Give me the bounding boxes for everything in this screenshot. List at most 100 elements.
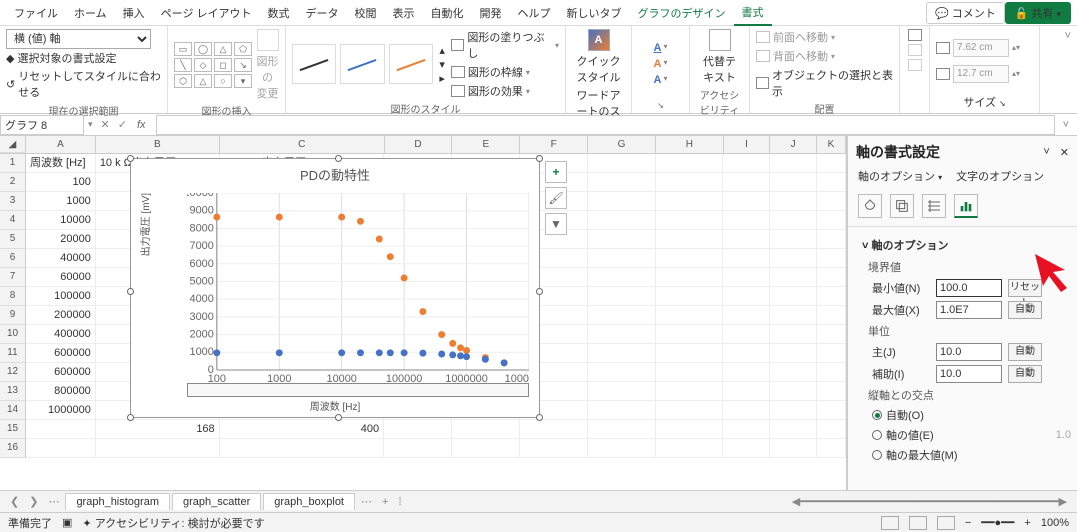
cell[interactable] xyxy=(588,230,656,249)
cell[interactable] xyxy=(723,287,770,306)
col-header-F[interactable]: F xyxy=(520,136,588,153)
row-header[interactable]: 5 xyxy=(0,230,26,249)
text-effects-icon[interactable]: A xyxy=(654,74,662,86)
cell[interactable] xyxy=(770,211,817,230)
radio-axis-value[interactable]: 軸の値(E)1.0 xyxy=(862,425,1071,445)
cell[interactable] xyxy=(817,192,846,211)
cell[interactable]: 200000 xyxy=(26,306,96,325)
cell[interactable] xyxy=(656,344,724,363)
pane-icon-size[interactable] xyxy=(922,194,946,218)
tab-developer[interactable]: 開発 xyxy=(472,1,510,25)
sheet-nav-prev[interactable]: ❯ xyxy=(25,495,42,508)
tab-page-layout[interactable]: ページ レイアウト xyxy=(153,1,260,25)
table-row[interactable]: 16 xyxy=(0,439,846,458)
axis-major-input[interactable] xyxy=(936,343,1002,361)
cell[interactable] xyxy=(656,382,724,401)
cell[interactable] xyxy=(220,439,384,458)
cell[interactable]: 10000 xyxy=(26,211,96,230)
cell[interactable] xyxy=(770,439,817,458)
cell[interactable] xyxy=(452,439,520,458)
pane-options-icon[interactable]: ˅ xyxy=(1043,146,1049,159)
shape-style-2[interactable] xyxy=(340,44,384,84)
cell[interactable] xyxy=(588,382,656,401)
col-header-B[interactable]: B xyxy=(96,136,220,153)
pane-tab-text-options[interactable]: 文字のオプション xyxy=(956,168,1044,184)
section-axis-options[interactable]: ˅ 軸のオプション xyxy=(862,233,1071,257)
tab-help[interactable]: ヘルプ xyxy=(510,1,559,25)
fx-icon[interactable]: fx xyxy=(131,119,152,131)
cell[interactable] xyxy=(588,173,656,192)
chart-title[interactable]: PDの動特性 xyxy=(131,159,539,190)
cell[interactable]: 20000 xyxy=(26,230,96,249)
sheet-nav-more2[interactable]: ⋯ xyxy=(357,495,376,508)
chart-element-combo[interactable]: 横 (値) 軸 xyxy=(6,29,151,49)
cell[interactable] xyxy=(817,401,846,420)
share-button[interactable]: 🔓共有 ▾ xyxy=(1005,2,1071,24)
col-header-A[interactable]: A xyxy=(26,136,96,153)
alt-text-button[interactable]: 代替テ キスト xyxy=(697,29,743,85)
cell[interactable] xyxy=(770,268,817,287)
cell[interactable]: 400000 xyxy=(26,325,96,344)
cell[interactable] xyxy=(588,287,656,306)
cell[interactable] xyxy=(817,363,846,382)
cell[interactable]: 1000000 xyxy=(26,401,96,420)
cell[interactable] xyxy=(723,249,770,268)
shape-style-3[interactable] xyxy=(389,44,433,84)
view-normal-icon[interactable] xyxy=(881,516,899,530)
row-header[interactable]: 3 xyxy=(0,192,26,211)
cell[interactable] xyxy=(588,249,656,268)
sheet-tab-boxplot[interactable]: graph_boxplot xyxy=(263,493,355,510)
cell[interactable] xyxy=(817,287,846,306)
cell[interactable] xyxy=(723,154,770,173)
quick-styles-button[interactable]: Aクイック スタイル xyxy=(576,29,622,85)
status-accessibility[interactable]: ✦ アクセシビリティ: 検討が必要です xyxy=(82,515,264,531)
cell[interactable] xyxy=(770,325,817,344)
text-fill-icon[interactable]: A xyxy=(654,42,662,54)
cell[interactable] xyxy=(817,268,846,287)
shape-fill-button[interactable]: 図形の塗りつぶし▾ xyxy=(451,29,559,61)
cell[interactable] xyxy=(723,363,770,382)
cell[interactable] xyxy=(384,439,452,458)
worksheet[interactable]: ◢ A B C D E F G H I J K 1周波数 [Hz]10 k Ω出… xyxy=(0,136,847,490)
row-header[interactable]: 2 xyxy=(0,173,26,192)
cell[interactable] xyxy=(770,382,817,401)
cell[interactable] xyxy=(588,211,656,230)
cell[interactable] xyxy=(520,420,588,439)
view-page-break-icon[interactable] xyxy=(937,516,955,530)
cell[interactable] xyxy=(723,268,770,287)
row-header[interactable]: 16 xyxy=(0,439,26,458)
cell[interactable]: 400 xyxy=(220,420,384,439)
tab-chart-design[interactable]: グラフのデザイン xyxy=(630,1,734,25)
enter-formula-icon[interactable]: ✓ xyxy=(114,118,131,131)
sheet-nav-first[interactable]: ❮ xyxy=(6,495,23,508)
cell[interactable] xyxy=(817,306,846,325)
cell[interactable] xyxy=(770,249,817,268)
cell[interactable] xyxy=(723,344,770,363)
row-header[interactable]: 14 xyxy=(0,401,26,420)
cell[interactable] xyxy=(817,439,846,458)
cell[interactable] xyxy=(770,154,817,173)
pane-icon-axis-options[interactable] xyxy=(954,194,978,218)
shapes-gallery[interactable]: ▭◯△⬠ ╲◇◻↘ ⬡△○▾ xyxy=(174,42,252,88)
col-header-G[interactable]: G xyxy=(588,136,656,153)
cell[interactable] xyxy=(588,344,656,363)
cell[interactable] xyxy=(723,439,770,458)
cell[interactable] xyxy=(656,154,724,173)
zoom-level[interactable]: 100% xyxy=(1041,517,1069,529)
shape-width-input[interactable] xyxy=(953,65,1009,83)
cell[interactable] xyxy=(656,325,724,344)
cell[interactable] xyxy=(817,344,846,363)
cell[interactable] xyxy=(723,211,770,230)
cell[interactable] xyxy=(656,287,724,306)
tab-file[interactable]: ファイル xyxy=(6,1,66,25)
tab-newtab[interactable]: 新しいタブ xyxy=(559,1,630,25)
cell[interactable] xyxy=(588,325,656,344)
cell[interactable] xyxy=(770,344,817,363)
cell[interactable] xyxy=(817,154,846,173)
axis-minor-input[interactable] xyxy=(936,365,1002,383)
cell[interactable]: 1000 xyxy=(26,192,96,211)
cell[interactable] xyxy=(656,173,724,192)
cell[interactable]: 600000 xyxy=(26,344,96,363)
row-header[interactable]: 12 xyxy=(0,363,26,382)
cell[interactable]: 100 xyxy=(26,173,96,192)
